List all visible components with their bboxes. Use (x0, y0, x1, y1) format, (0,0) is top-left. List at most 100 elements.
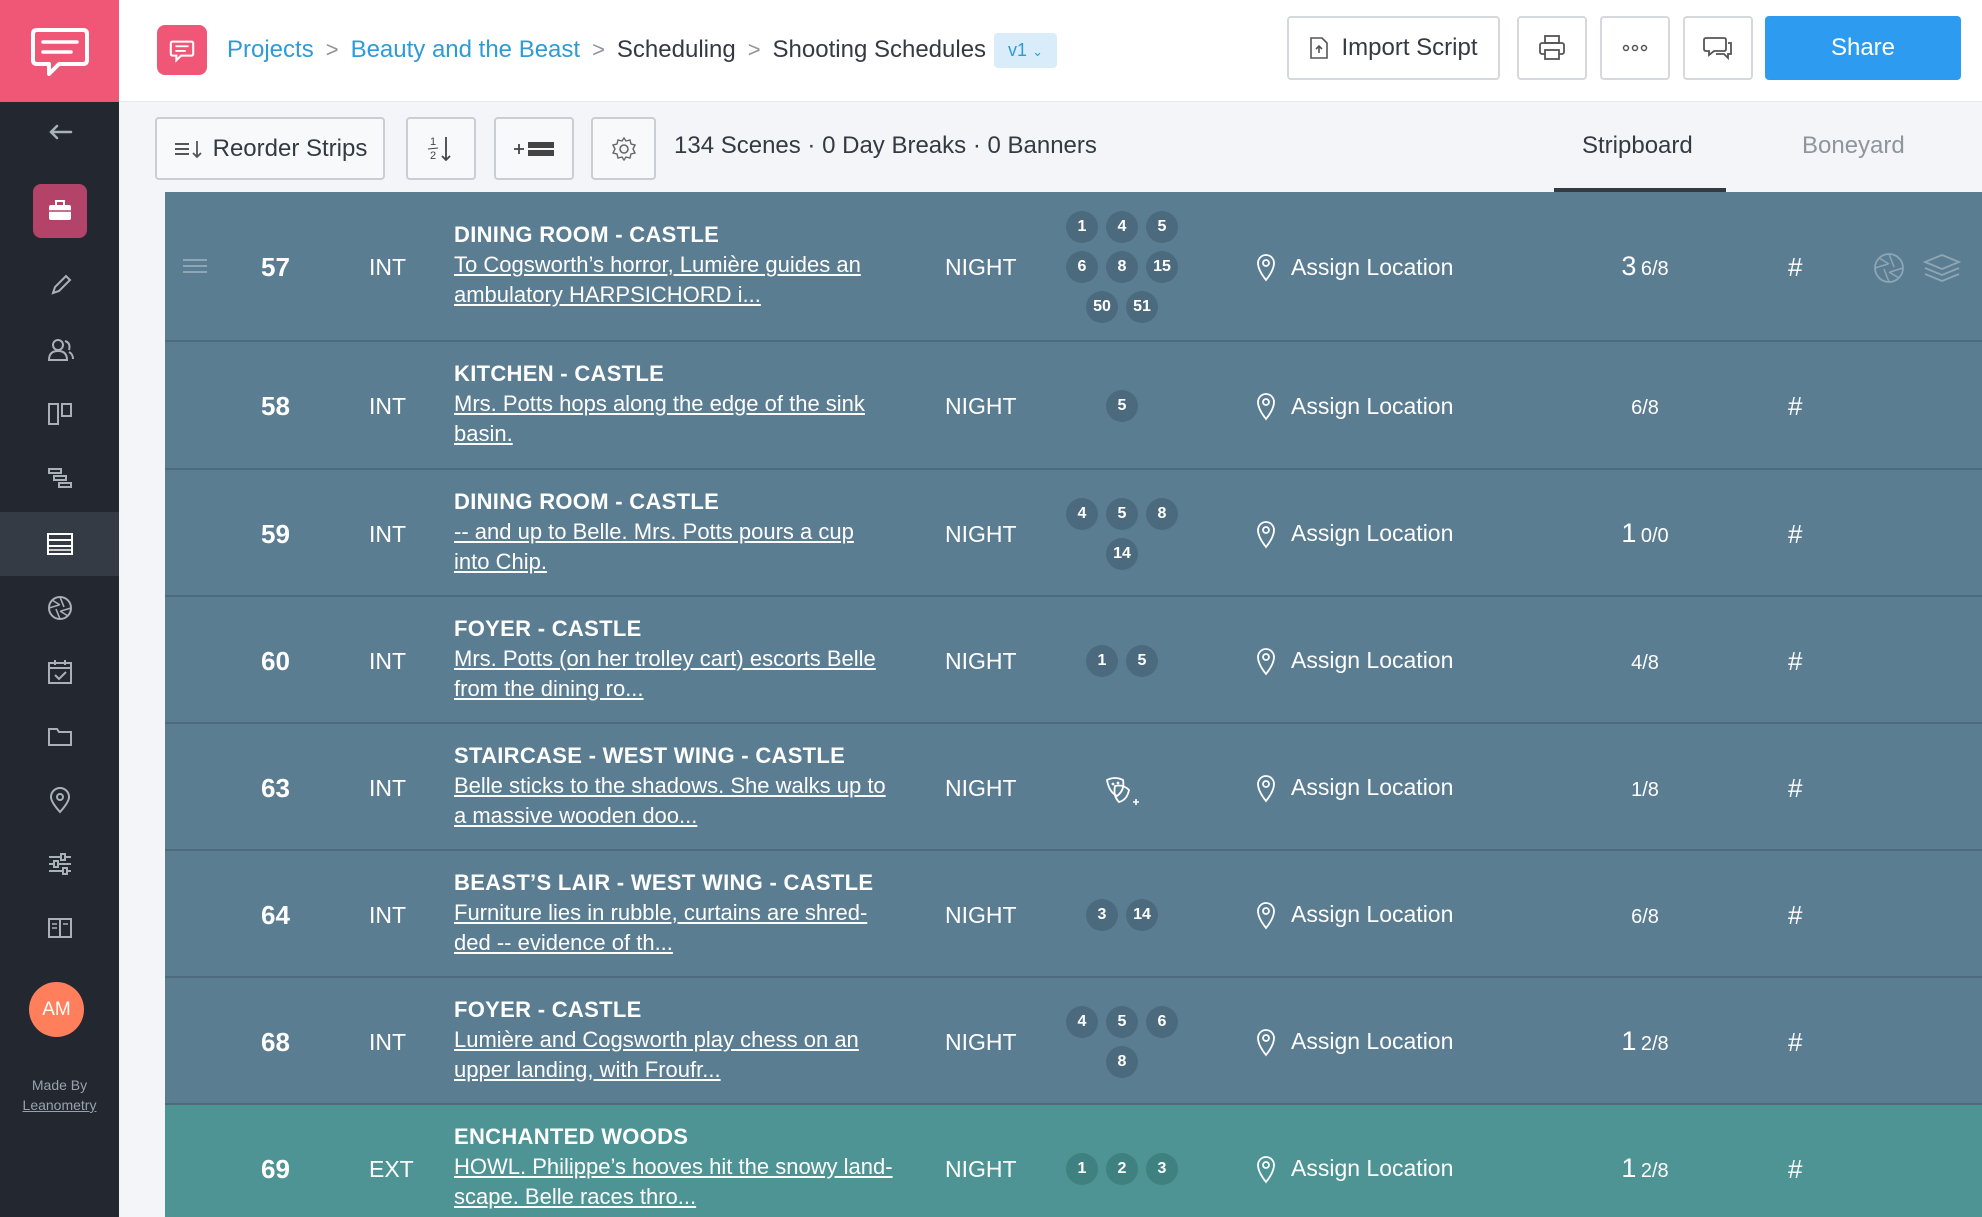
cast-badge[interactable]: 4 (1066, 1005, 1098, 1038)
breadcrumb-projects[interactable]: Projects (227, 36, 314, 64)
cast-badge[interactable]: 15 (1146, 251, 1178, 283)
cast-badge[interactable]: 5 (1106, 497, 1138, 530)
cast-badge[interactable]: 50 (1086, 291, 1118, 323)
drag-handle[interactable] (183, 259, 207, 261)
sidebar-item-shotlist[interactable] (0, 576, 119, 640)
scene-description-link[interactable]: Mrs. Potts (on her trolley cart) escorts… (454, 644, 894, 704)
scene-description-link[interactable]: Lumière and Cogsworth play chess on an up… (454, 1025, 894, 1085)
cast-badge[interactable]: 6 (1146, 1005, 1178, 1038)
cast-badge[interactable]: 5 (1126, 644, 1158, 677)
sidebar-item-script[interactable] (0, 254, 119, 318)
aperture-icon[interactable] (1872, 251, 1906, 285)
add-strip-button[interactable] (494, 117, 574, 180)
location-pin-icon (1257, 393, 1275, 421)
scene-description-line: basin. (454, 421, 513, 446)
strip-row[interactable]: 60 INT FOYER - CASTLE Mrs. Potts (on her tr… (165, 597, 1982, 724)
hash-button[interactable]: # (1788, 646, 1802, 677)
version-dropdown[interactable]: v1 ⌄ (994, 32, 1057, 68)
chevron-down-icon: ⌄ (1032, 43, 1043, 59)
comments-button[interactable] (1683, 16, 1753, 80)
page-count-fraction: 6/8 (1640, 258, 1669, 280)
cast-badge[interactable]: 4 (1106, 211, 1138, 243)
cast-badge[interactable]: 6 (1066, 251, 1098, 283)
assign-location-button[interactable]: Assign Location (1255, 900, 1453, 930)
sidebar-item-gantt[interactable] (0, 446, 119, 510)
sidebar-item-storyboard[interactable] (0, 382, 119, 446)
tab-stripboard[interactable]: Stripboard (1582, 132, 1693, 160)
scene-description-link[interactable]: Belle sticks to the shadows. She walks u… (454, 771, 894, 831)
stripboard-settings-button[interactable] (591, 117, 656, 180)
reorder-strips-button[interactable]: Reorder Strips (155, 117, 385, 180)
project-icon[interactable] (157, 25, 207, 75)
sidebar-item-help[interactable] (0, 896, 119, 960)
strip-row[interactable]: 68 INT FOYER - CASTLE Lumière and Cogsworth… (165, 978, 1982, 1105)
cast-badge[interactable]: 8 (1146, 497, 1178, 530)
cast-badge[interactable]: 51 (1126, 291, 1158, 323)
assign-location-button[interactable]: Assign Location (1255, 1154, 1453, 1184)
cast-badge[interactable]: 4 (1066, 497, 1098, 530)
share-button[interactable]: Share (1765, 16, 1961, 80)
hash-button[interactable]: # (1788, 519, 1802, 550)
back-button[interactable] (0, 100, 119, 164)
layers-icon[interactable] (1922, 251, 1962, 285)
assign-location-button[interactable]: Assign Location (1255, 773, 1453, 803)
sidebar-item-characters[interactable] (0, 318, 119, 382)
sidebar-item-locations[interactable] (0, 768, 119, 832)
assign-location-button[interactable]: Assign Location (1255, 646, 1453, 676)
sort-button[interactable]: 12 (406, 117, 476, 180)
assign-location-button[interactable]: Assign Location (1255, 519, 1453, 549)
strip-row[interactable]: 69 EXT ENCHANTED WOODS HOWL. Philippe’s hoo… (165, 1105, 1982, 1217)
hash-button[interactable]: # (1788, 900, 1802, 931)
sidebar-item-files[interactable] (0, 704, 119, 768)
hash-button[interactable]: # (1788, 1154, 1802, 1185)
cast-badge[interactable]: 1 (1086, 644, 1118, 677)
sidebar-item-projects[interactable] (0, 178, 119, 244)
scene-number: 64 (261, 899, 290, 930)
strip-row[interactable]: 63 INT STAIRCASE - WEST WING - CASTLE Belle… (165, 724, 1982, 851)
more-options-button[interactable] (1600, 16, 1670, 80)
strip-row[interactable]: 57 INT DINING ROOM - CASTLE To Cogsworth’s … (165, 192, 1982, 342)
cast-badge[interactable]: 1 (1066, 211, 1098, 243)
strip-row[interactable]: 58 INT KITCHEN - CASTLE Mrs. Potts hops alo… (165, 342, 1982, 470)
breadcrumb-project[interactable]: Beauty and the Beast (351, 36, 581, 64)
made-by-company-link[interactable]: Leanometry (0, 1095, 119, 1115)
storyboard-icon (47, 403, 72, 425)
hash-button[interactable]: # (1788, 1027, 1802, 1058)
cast-masks-add-icon[interactable] (1099, 772, 1145, 812)
tab-boneyard[interactable]: Boneyard (1802, 132, 1905, 160)
assign-location-button[interactable]: Assign Location (1255, 391, 1453, 421)
cast-badge[interactable]: 8 (1106, 1045, 1138, 1078)
strip-row[interactable]: 64 INT BEAST’S LAIR - WEST WING - CASTLE Fu… (165, 851, 1982, 978)
hash-button[interactable]: # (1788, 391, 1802, 422)
assign-location-button[interactable]: Assign Location (1255, 252, 1453, 282)
cast-badge[interactable]: 8 (1106, 251, 1138, 283)
scene-description-link[interactable]: Mrs. Potts hops along the edge of the si… (454, 389, 894, 449)
scene-description-link[interactable]: -- and up to Belle. Mrs. Potts pours a c… (454, 517, 894, 577)
cast-badge[interactable]: 5 (1106, 390, 1138, 422)
hash-button[interactable]: # (1788, 252, 1802, 283)
breadcrumb-section[interactable]: Scheduling (617, 36, 736, 64)
cast-badge[interactable]: 14 (1126, 898, 1158, 931)
cast-badge[interactable]: 2 (1106, 1152, 1138, 1185)
scene-description-link[interactable]: To Cogsworth’s horror, Lumière guides an… (454, 250, 894, 310)
cast-badge[interactable]: 5 (1146, 211, 1178, 243)
print-button[interactable] (1517, 16, 1587, 80)
strip-row[interactable]: 59 INT DINING ROOM - CASTLE -- and up to Be… (165, 470, 1982, 597)
hash-button[interactable]: # (1788, 773, 1802, 804)
sidebar-item-stripboard[interactable] (0, 512, 119, 576)
sidebar-item-settings[interactable] (0, 832, 119, 896)
app-logo[interactable] (0, 0, 119, 102)
page-count-fraction: 6/8 (1631, 397, 1659, 419)
cast-badge[interactable]: 5 (1106, 1005, 1138, 1038)
cast-badge[interactable]: 1 (1066, 1152, 1098, 1185)
import-script-button[interactable]: Import Script (1287, 16, 1500, 80)
cast-badge[interactable]: 3 (1086, 898, 1118, 931)
cast-badge[interactable]: 3 (1146, 1152, 1178, 1185)
sidebar-item-calendar[interactable] (0, 640, 119, 704)
assign-location-button[interactable]: Assign Location (1255, 1027, 1453, 1057)
user-avatar[interactable]: AM (29, 982, 84, 1037)
page-count-fraction: 0/0 (1640, 524, 1669, 547)
scene-description-link[interactable]: HOWL. Philippe’s hooves hit the snowy la… (454, 1152, 894, 1212)
cast-badge[interactable]: 14 (1106, 537, 1138, 570)
scene-description-link[interactable]: Furniture lies in rubble, curtains are s… (454, 898, 894, 958)
